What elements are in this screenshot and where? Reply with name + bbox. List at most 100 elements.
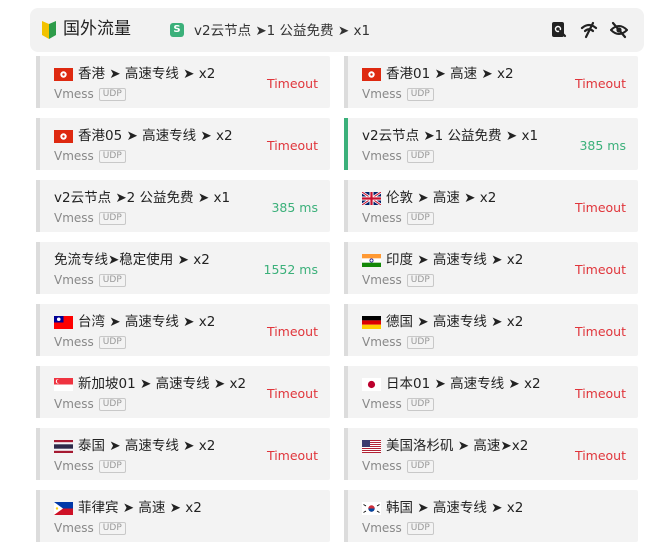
- proxy-card[interactable]: 菲律宾 ➤ 高速 ➤ x2 Vmess UDP: [36, 490, 330, 542]
- delay-label[interactable]: Timeout: [267, 324, 318, 339]
- proxy-card[interactable]: 美国洛杉矶 ➤ 高速➤x2 Vmess UDP Timeout: [344, 428, 638, 480]
- delay-label[interactable]: Timeout: [267, 386, 318, 401]
- proxy-name: 德国 ➤ 高速专线 ➤ x2: [386, 314, 524, 330]
- proxy-meta: Vmess UDP: [54, 273, 126, 287]
- flag-us-icon: [362, 439, 381, 453]
- proxy-name: 新加坡01 ➤ 高速专线 ➤ x2: [78, 376, 247, 392]
- udp-badge: UDP: [406, 397, 434, 411]
- proxy-card[interactable]: 韩国 ➤ 高速专线 ➤ x2 Vmess UDP: [344, 490, 638, 542]
- delay-label[interactable]: Timeout: [575, 324, 626, 339]
- proxy-card[interactable]: 新加坡01 ➤ 高速专线 ➤ x2 Vmess UDP Timeout: [36, 366, 330, 418]
- card-edge: [36, 56, 40, 108]
- udp-badge: UDP: [98, 335, 126, 349]
- proxy-type: Vmess: [54, 211, 94, 225]
- delay-label[interactable]: 385 ms: [579, 138, 626, 153]
- proxy-type: Vmess: [54, 335, 94, 349]
- proxy-card[interactable]: v2云节点 ➤2 公益免费 ➤ x1 Vmess UDP 385 ms: [36, 180, 330, 232]
- proxy-name-row: 泰国 ➤ 高速专线 ➤ x2: [54, 437, 215, 455]
- proxy-type: Vmess: [54, 149, 94, 163]
- proxy-name-row: 香港01 ➤ 高速 ➤ x2: [362, 65, 514, 83]
- flag-de-icon: [362, 315, 381, 329]
- delay-label[interactable]: Timeout: [575, 386, 626, 401]
- proxy-meta: Vmess UDP: [54, 459, 126, 473]
- delay-check-icon[interactable]: [550, 21, 568, 39]
- proxy-name: 韩国 ➤ 高速专线 ➤ x2: [386, 500, 524, 516]
- proxy-name-row: 香港05 ➤ 高速专线 ➤ x2: [54, 127, 233, 145]
- flag-in-icon: [362, 253, 381, 267]
- udp-badge: UDP: [98, 397, 126, 411]
- delay-label[interactable]: Timeout: [575, 76, 626, 91]
- proxy-name-row: 新加坡01 ➤ 高速专线 ➤ x2: [54, 375, 246, 393]
- hide-unavailable-icon[interactable]: [610, 21, 628, 39]
- proxy-name: 印度 ➤ 高速专线 ➤ x2: [386, 252, 524, 268]
- card-edge: [344, 56, 348, 108]
- proxy-meta: Vmess UDP: [54, 521, 126, 535]
- proxy-card[interactable]: 泰国 ➤ 高速专线 ➤ x2 Vmess UDP Timeout: [36, 428, 330, 480]
- proxy-name-row: 印度 ➤ 高速专线 ➤ x2: [362, 251, 523, 269]
- proxy-name: 香港05 ➤ 高速专线 ➤ x2: [78, 128, 233, 144]
- selected-node-label: v2云节点 ➤1 公益免费 ➤ x1: [194, 23, 371, 39]
- flag-tw-icon: [54, 315, 73, 329]
- proxy-group-header[interactable]: 国外流量 S v2云节点 ➤1 公益免费 ➤ x1: [30, 8, 644, 52]
- flag-hk-icon: [362, 67, 381, 81]
- proxy-card[interactable]: 日本01 ➤ 高速专线 ➤ x2 Vmess UDP Timeout: [344, 366, 638, 418]
- proxy-type: Vmess: [362, 149, 402, 163]
- proxy-card[interactable]: 台湾 ➤ 高速专线 ➤ x2 Vmess UDP Timeout: [36, 304, 330, 356]
- card-edge: [36, 304, 40, 356]
- selector-type-badge: S: [170, 23, 184, 37]
- proxy-type: Vmess: [362, 521, 402, 535]
- card-edge: [36, 366, 40, 418]
- flag-hk-icon: [54, 129, 73, 143]
- card-edge: [344, 428, 348, 480]
- card-edge: [344, 366, 348, 418]
- delay-label[interactable]: Timeout: [267, 448, 318, 463]
- udp-badge: UDP: [98, 521, 126, 535]
- card-edge: [344, 304, 348, 356]
- proxy-name: 台湾 ➤ 高速专线 ➤ x2: [78, 314, 216, 330]
- delay-label[interactable]: 385 ms: [271, 200, 318, 215]
- proxy-card[interactable]: 香港 ➤ 高速专线 ➤ x2 Vmess UDP Timeout: [36, 56, 330, 108]
- proxy-name: 日本01 ➤ 高速专线 ➤ x2: [386, 376, 541, 392]
- proxy-meta: Vmess UDP: [54, 335, 126, 349]
- proxy-card[interactable]: 伦敦 ➤ 高速 ➤ x2 Vmess UDP Timeout: [344, 180, 638, 232]
- proxy-name: 菲律宾 ➤ 高速 ➤ x2: [78, 500, 202, 516]
- proxy-name: 免流专线➤稳定使用 ➤ x2: [54, 252, 210, 268]
- beginner-mark-icon: [42, 21, 56, 39]
- proxy-meta: Vmess UDP: [362, 521, 434, 535]
- delay-label[interactable]: Timeout: [575, 448, 626, 463]
- card-edge: [344, 180, 348, 232]
- proxy-name: v2云节点 ➤2 公益免费 ➤ x1: [54, 190, 231, 206]
- proxy-meta: Vmess UDP: [54, 211, 126, 225]
- udp-badge: UDP: [406, 459, 434, 473]
- proxy-card[interactable]: 免流专线➤稳定使用 ➤ x2 Vmess UDP 1552 ms: [36, 242, 330, 294]
- proxy-card[interactable]: 香港05 ➤ 高速专线 ➤ x2 Vmess UDP Timeout: [36, 118, 330, 170]
- proxy-name-row: v2云节点 ➤2 公益免费 ➤ x1: [54, 189, 230, 207]
- proxy-card[interactable]: 印度 ➤ 高速专线 ➤ x2 Vmess UDP Timeout: [344, 242, 638, 294]
- proxy-type: Vmess: [362, 87, 402, 101]
- udp-badge: UDP: [98, 211, 126, 225]
- proxy-card[interactable]: v2云节点 ➤1 公益免费 ➤ x1 Vmess UDP 385 ms: [344, 118, 638, 170]
- proxy-card[interactable]: 香港01 ➤ 高速 ➤ x2 Vmess UDP Timeout: [344, 56, 638, 108]
- udp-badge: UDP: [406, 87, 434, 101]
- delay-label[interactable]: Timeout: [575, 200, 626, 215]
- proxy-name-row: v2云节点 ➤1 公益免费 ➤ x1: [362, 127, 538, 145]
- delay-label[interactable]: 1552 ms: [264, 262, 318, 277]
- proxy-meta: Vmess UDP: [54, 397, 126, 411]
- proxy-card[interactable]: 德国 ➤ 高速专线 ➤ x2 Vmess UDP Timeout: [344, 304, 638, 356]
- udp-badge: UDP: [406, 521, 434, 535]
- proxy-name-row: 日本01 ➤ 高速专线 ➤ x2: [362, 375, 541, 393]
- proxy-type: Vmess: [362, 459, 402, 473]
- flag-sg-icon: [54, 377, 73, 391]
- udp-badge: UDP: [98, 87, 126, 101]
- udp-badge: UDP: [98, 149, 126, 163]
- proxy-meta: Vmess UDP: [362, 459, 434, 473]
- proxy-meta: Vmess UDP: [362, 149, 434, 163]
- delay-label[interactable]: Timeout: [267, 76, 318, 91]
- proxy-name-row: 菲律宾 ➤ 高速 ➤ x2: [54, 499, 202, 517]
- proxy-name-row: 台湾 ➤ 高速专线 ➤ x2: [54, 313, 215, 331]
- wifi-test-icon[interactable]: [580, 21, 598, 39]
- delay-label[interactable]: Timeout: [267, 138, 318, 153]
- card-edge: [344, 242, 348, 294]
- delay-label[interactable]: Timeout: [575, 262, 626, 277]
- udp-badge: UDP: [406, 149, 434, 163]
